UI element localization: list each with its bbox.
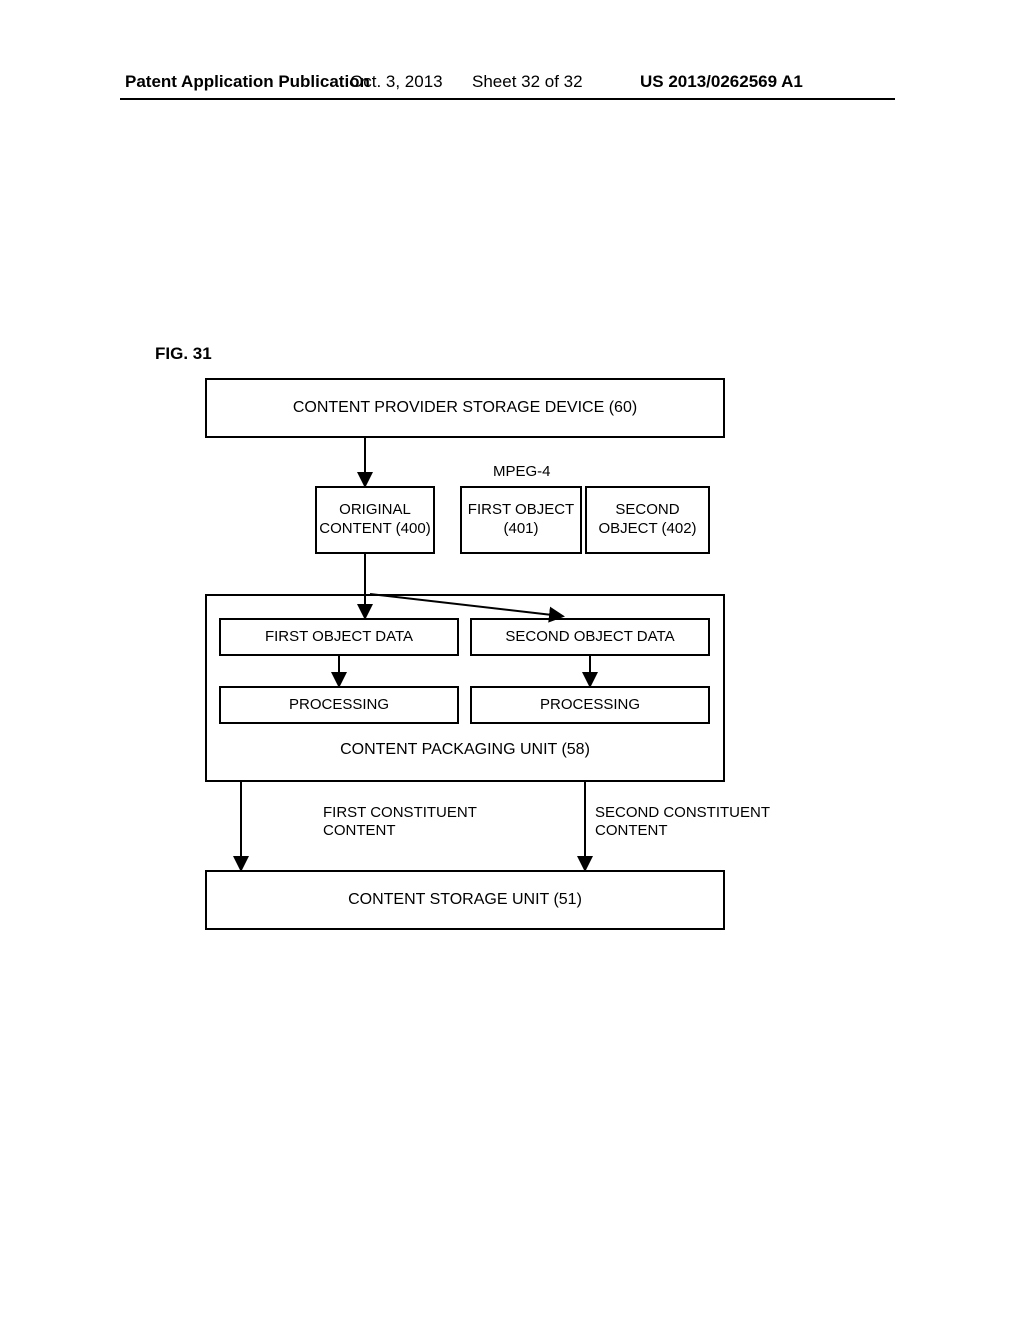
figure-label: FIG. 31 [155, 344, 212, 364]
header-sheet: Sheet 32 of 32 [472, 72, 583, 92]
header-rule [120, 98, 895, 100]
header-pubnum: US 2013/0262569 A1 [640, 72, 803, 92]
header-source: Patent Application Publication [125, 72, 370, 92]
header-date: Oct. 3, 2013 [350, 72, 443, 92]
diagram-connectors [205, 378, 725, 1058]
page: Patent Application Publication Oct. 3, 2… [0, 0, 1024, 1320]
diagram: CONTENT PROVIDER STORAGE DEVICE (60) MPE… [205, 378, 725, 1058]
